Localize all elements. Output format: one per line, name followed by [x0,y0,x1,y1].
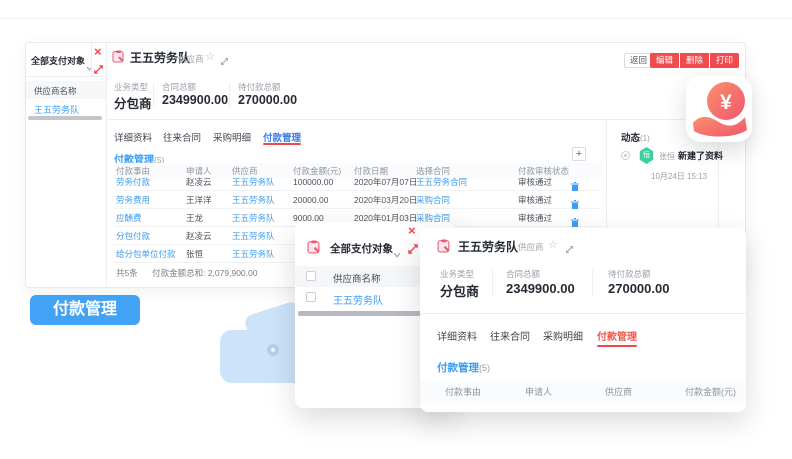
toolbar-red-group: 编辑 删除 打印 [650,53,739,68]
clipboard-icon [437,239,451,258]
content-divider [106,119,746,120]
table-header: 付款事由 申请人 供应商 付款金额(元) [420,380,746,403]
field-value: 2349900.00 [506,281,575,296]
contract-link[interactable]: 王五劳务合同 [416,173,467,191]
select-all-checkbox[interactable] [306,271,316,281]
filter-dropdown[interactable]: 全部支付对象 [330,241,393,256]
expand-diagonal-icon[interactable] [407,242,419,260]
activity-time: 10月24日 15:13 [651,171,707,182]
print-button[interactable]: 打印 [710,53,739,68]
supplier-link[interactable]: 王五劳务队 [232,245,275,263]
tab-details[interactable]: 详细资料 [114,130,152,144]
close-icon[interactable]: × [94,46,102,57]
payment-link[interactable]: 分包付款 [116,227,150,245]
field-label: 合同总额 [506,268,540,280]
active-tab-underline [263,143,301,145]
tab-details[interactable]: 详细资料 [437,328,477,343]
expand-diagonal-icon[interactable] [93,62,104,80]
back-button[interactable]: 返回 [624,53,653,68]
top-divider [0,18,792,19]
filter-dropdown[interactable]: 全部支付对象 [31,54,85,67]
clipboard-icon [112,50,125,68]
field-divider [153,83,154,107]
payment-app-icon: ¥ [686,76,752,142]
field-label: 业务类型 [440,268,474,280]
section-title: 付款管理(5) [437,360,490,375]
supplier-list-header: 供应商名称 [26,81,106,99]
edit-button[interactable]: 编辑 [650,53,679,68]
add-payment-button[interactable]: + [572,147,586,161]
activity-user[interactable]: 张恒 [659,151,675,162]
favorite-star-icon[interactable]: ☆ [205,52,215,63]
favorite-star-icon[interactable]: ☆ [548,240,558,251]
screenshot-stage: 全部支付对象 × 供应商名称 王五劳务队 王五劳务队 供 [0,0,792,459]
field-label: 业务类型 [114,81,148,93]
field-divider [229,83,230,107]
close-icon[interactable]: × [408,225,416,236]
supplier-list-item[interactable]: 王五劳务队 [34,103,79,116]
payment-management-badge: 付款管理 [30,295,140,325]
contract-link[interactable]: 采购合同 [416,191,450,209]
filter-panel-scrollbar[interactable] [28,116,102,120]
field-value: 270000.00 [238,93,297,107]
field-value: 270000.00 [608,281,669,296]
timeline-clock-icon [621,151,630,160]
clock-dot [624,154,627,157]
tab-payments-active[interactable]: 付款管理 [263,130,301,144]
chevron-down-icon[interactable] [393,245,401,263]
supplier-link[interactable]: 王五劳务队 [232,227,275,245]
activity-title: 动态(1) [621,130,650,144]
table-row: 劳务费用 王洋洋 王五劳务队 20000.00 2020年03月20日 采购合同… [114,191,602,209]
tab-contracts[interactable]: 往来合同 [490,328,530,343]
field-label: 待付款总额 [238,81,281,93]
supplier-link[interactable]: 王五劳务队 [232,191,275,209]
field-divider [492,270,493,296]
payment-link[interactable]: 应酬费 [116,209,142,227]
active-tab-underline [597,345,637,347]
panel-divider [106,43,107,287]
field-label: 合同总额 [162,81,196,93]
delete-button[interactable]: 删除 [680,53,709,68]
activity-action: 新建了资料 [678,149,723,162]
fullscreen-icon[interactable] [565,241,574,259]
table-footer: 共5条 付款金额总和: 2,079,900.00 [116,267,257,279]
payment-link[interactable]: 给分包单位付款 [116,245,176,263]
tab-purchases[interactable]: 采购明细 [213,130,251,144]
icon-box-divider [91,43,92,76]
table-row: 劳务付款 赵凌云 王五劳务队 100000.00 2020年07月07日 王五劳… [114,173,602,191]
payment-link[interactable]: 劳务费用 [116,191,150,209]
clipboard-icon [307,240,321,259]
supplier-link[interactable]: 王五劳务队 [333,292,383,307]
field-value: 2349900.00 [162,93,228,107]
supplier-link[interactable]: 王五劳务队 [232,173,275,191]
field-value: 分包商 [440,281,479,300]
row-checkbox[interactable] [306,292,316,302]
record-title: 王五劳务队 [458,238,518,255]
supplier-detail-overlay-window: 王五劳务队 供应商 ☆ 业务类型 分包商 合同总额 2349900.00 待付款… [420,228,746,412]
avatar: 恒 [639,147,654,164]
record-type-label: 供应商 [178,53,204,65]
tab-contracts[interactable]: 往来合同 [163,130,201,144]
fullscreen-icon[interactable] [220,53,229,71]
tab-purchases[interactable]: 采购明细 [543,328,583,343]
tab-payments-active[interactable]: 付款管理 [597,328,637,343]
payment-link[interactable]: 劳务付款 [116,173,150,191]
yuan-symbol: ¥ [720,91,732,114]
field-divider [592,270,593,296]
field-value: 分包商 [114,93,152,112]
field-label: 待付款总额 [608,268,651,280]
supplier-link[interactable]: 王五劳务队 [232,209,275,227]
content-divider [420,313,746,314]
record-type-label: 供应商 [518,241,544,253]
